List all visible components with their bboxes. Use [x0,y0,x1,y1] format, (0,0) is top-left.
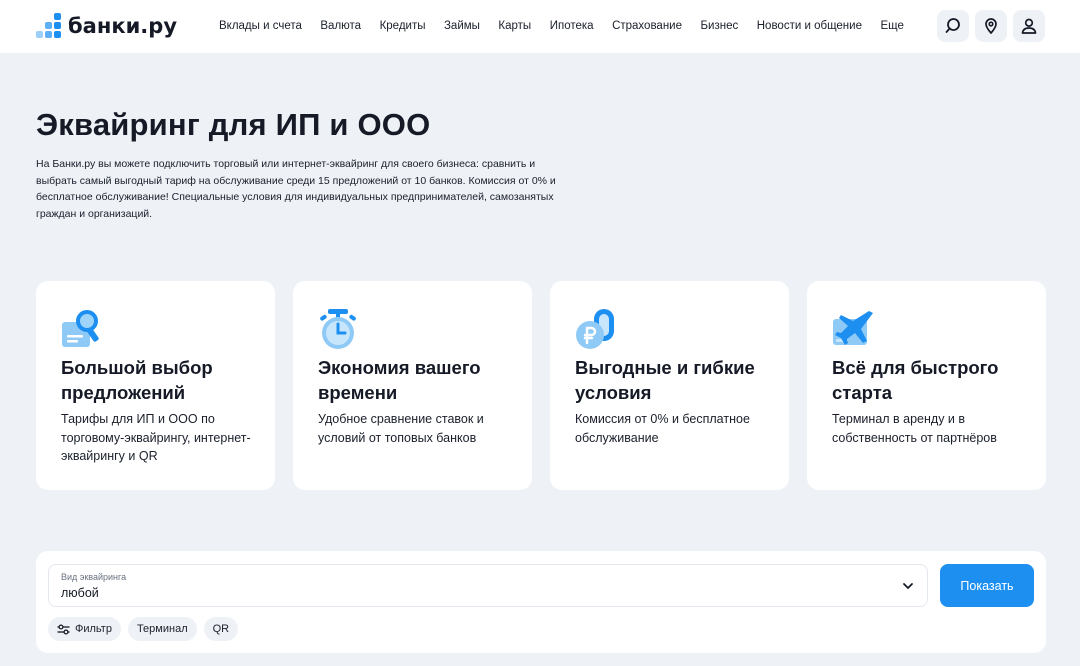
chip-label: Фильтр [75,623,112,635]
nav-item-cards[interactable]: Карты [498,18,531,34]
nav-item-insurance[interactable]: Страхование [612,18,682,34]
location-button[interactable] [975,10,1007,42]
search-button[interactable] [937,10,969,42]
nav-item-mortgage[interactable]: Ипотека [550,18,594,34]
feature-text: Тарифы для ИП и ООО по торговому-эквайри… [61,412,251,463]
chevron-down-icon [903,583,913,589]
feature-card-choice: Большой выбор предложений Тарифы для ИП … [36,281,275,490]
nav-item-currency[interactable]: Валюта [320,18,361,34]
airplane-icon [833,311,873,345]
sliders-icon [57,623,70,635]
nav-item-loans[interactable]: Займы [444,18,480,34]
logo-text: банки.ру [68,14,178,38]
main-nav: Вклады и счета Валюта Кредиты Займы Карт… [219,18,922,34]
logo[interactable]: банки.ру [36,12,177,40]
search-icon [945,18,960,33]
nav-item-more[interactable]: Еще [880,18,903,34]
profile-button[interactable] [1013,10,1045,42]
feature-card-conditions: Выгодные и гибкие условия Комиссия от 0%… [550,281,789,490]
feature-title: Всё для быстрого старта [832,357,999,403]
feature-title: Выгодные и гибкие условия [575,357,755,403]
stopwatch-icon [320,309,356,349]
logo-mark-icon [36,13,62,39]
feature-title: Большой выбор предложений [61,357,213,403]
page-title: Эквайринг для ИП и ООО [36,107,431,142]
nav-item-deposits[interactable]: Вклады и счета [219,18,302,34]
show-button[interactable]: Показать [940,564,1034,607]
feature-text: Комиссия от 0% и бесплатное обслуживание [575,412,750,445]
ruble-coins-icon [576,309,614,349]
filter-chip-filter[interactable]: Фильтр [48,617,121,641]
filter-panel: Вид эквайринга любой Показать Фильтр Тер… [36,551,1046,653]
select-label: Вид эквайринга [61,572,127,582]
feature-text: Терминал в аренду и в собственность от п… [832,412,997,445]
header: банки.ру Вклады и счета Валюта Кредиты З… [0,0,1080,53]
feature-card-start: Всё для быстрого старта Терминал в аренд… [807,281,1046,490]
nav-item-news[interactable]: Новости и общение [757,18,862,34]
feature-text: Удобное сравнение ставок и условий от то… [318,412,484,445]
nav-item-credits[interactable]: Кредиты [380,18,426,34]
filter-chip-terminal[interactable]: Терминал [127,617,197,641]
nav-item-business[interactable]: Бизнес [701,18,739,34]
chip-label: QR [212,623,230,635]
location-pin-icon [985,18,997,34]
page-description: На Банки.ру вы можете подключить торговы… [36,158,556,220]
document-magnifier-icon [62,310,99,347]
user-icon [1021,18,1037,34]
filter-chip-qr[interactable]: QR [203,617,239,641]
select-value: любой [61,586,99,600]
feature-card-time: Экономия вашего времени Удобное сравнени… [293,281,532,490]
acquiring-type-select[interactable]: Вид эквайринга любой [48,564,928,607]
feature-title: Экономия вашего времени [318,357,481,403]
filter-chips: Фильтр Терминал QR [48,617,245,641]
chip-label: Терминал [136,623,188,635]
